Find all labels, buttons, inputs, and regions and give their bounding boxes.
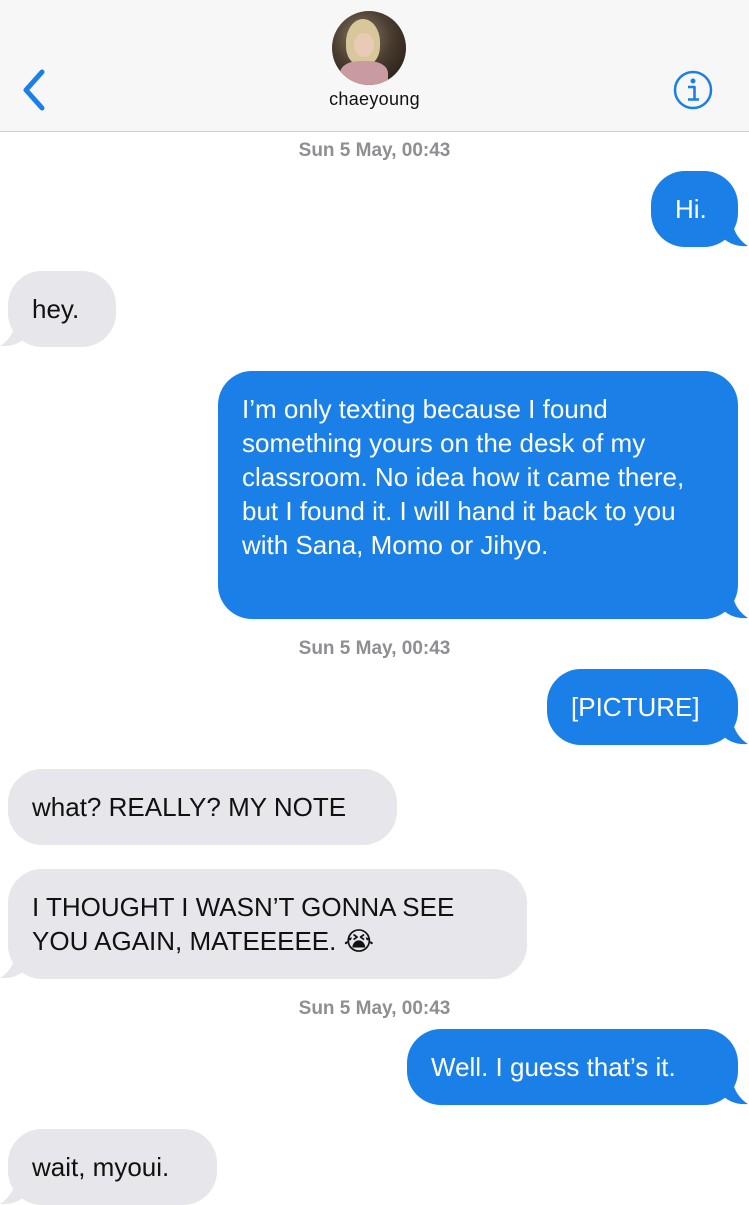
avatar-face xyxy=(354,33,374,57)
info-button[interactable] xyxy=(673,70,713,110)
bubble-tail xyxy=(0,321,26,347)
bubble-tail xyxy=(722,593,748,619)
contact-name[interactable]: chaeyoung xyxy=(0,89,749,110)
message-bubble-outgoing[interactable]: I’m only texting because I found somethi… xyxy=(218,371,738,619)
message-bubble-incoming[interactable]: what? REALLY? MY NOTE xyxy=(8,769,397,845)
avatar-body xyxy=(340,61,388,85)
timestamp: Sun 5 May, 00:43 xyxy=(298,140,451,161)
bubble-tail xyxy=(722,1079,748,1105)
message-bubble-outgoing[interactable]: [PICTURE] xyxy=(547,669,738,745)
message-bubble-outgoing[interactable]: Well. I guess that’s it. xyxy=(407,1029,738,1105)
info-circle-icon xyxy=(673,70,713,110)
conversation-header: chaeyoung xyxy=(0,0,749,132)
bubble-tail xyxy=(722,221,748,247)
bubble-tail xyxy=(722,719,748,745)
timestamp: Sun 5 May, 00:43 xyxy=(298,998,451,1019)
message-bubble-incoming[interactable]: wait, myoui. xyxy=(8,1129,217,1205)
bubble-tail xyxy=(0,1179,26,1205)
message-bubble-incoming[interactable]: I THOUGHT I WASN’T GONNA SEE YOU AGAIN, … xyxy=(8,869,527,979)
timestamp: Sun 5 May, 00:43 xyxy=(298,638,451,659)
bubble-tail xyxy=(0,953,26,979)
avatar[interactable] xyxy=(332,11,406,85)
